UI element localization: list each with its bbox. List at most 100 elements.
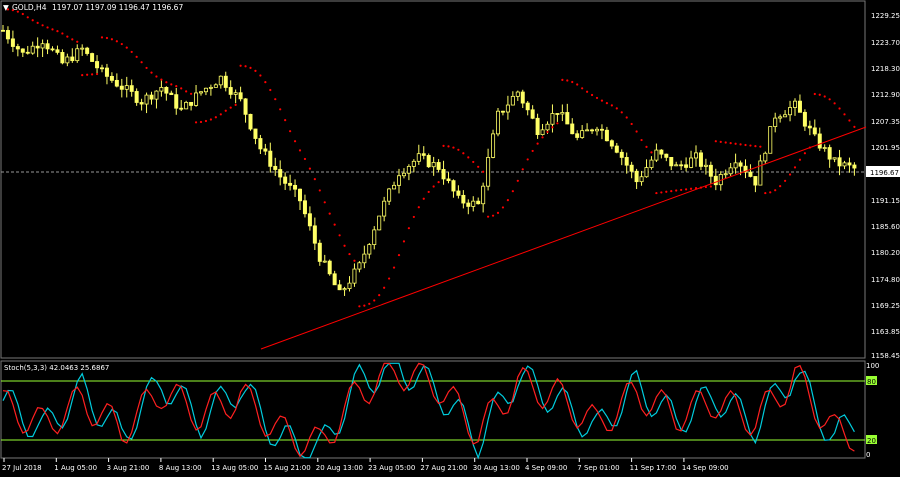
candle-body [0, 29, 6, 32]
candle-body [451, 180, 456, 192]
sar-dot [234, 103, 237, 106]
sar-dot [506, 199, 509, 202]
sar-dot [219, 113, 222, 116]
sar-dot [670, 190, 673, 193]
sar-dot [155, 75, 158, 78]
sar-dot [491, 214, 495, 217]
sar-dot [739, 143, 742, 146]
candle-body [822, 147, 827, 149]
sar-dot [175, 84, 178, 88]
sar-dot [586, 90, 589, 93]
sar-dot [635, 130, 638, 133]
sar-dot [26, 16, 29, 19]
candle-body [456, 190, 461, 196]
chart-window[interactable]: ▼ GOLD,H4 1197.07 1197.09 1196.47 1196.6… [0, 0, 900, 477]
candle-body [139, 102, 144, 105]
candle-body [104, 67, 109, 77]
sar-dot [86, 73, 89, 76]
sar-dot [803, 152, 807, 155]
sar-dot [36, 21, 39, 25]
sar-dot [427, 190, 430, 194]
sar-dot [813, 92, 816, 96]
candle-body [441, 169, 446, 180]
sar-dot [828, 98, 831, 101]
price-tick: 1180.20 [871, 249, 900, 257]
candle-body [293, 184, 298, 190]
candle-body [45, 43, 50, 50]
sar-dot [576, 83, 579, 86]
price-tick: 1185.60 [871, 223, 900, 231]
candle-body [664, 153, 669, 158]
sar-dot [848, 119, 851, 122]
sar-dot [675, 189, 678, 192]
sar-dot [41, 24, 44, 27]
candle-body [595, 128, 600, 132]
triangle-down-icon[interactable]: ▼ [3, 3, 9, 12]
candle-body [728, 167, 733, 175]
candle-body [659, 149, 664, 155]
sar-dot [462, 152, 465, 155]
candle-body [624, 157, 629, 166]
sar-dot [145, 66, 148, 70]
candle-body [283, 176, 288, 184]
sar-dot [303, 157, 307, 161]
candle-body [322, 260, 327, 263]
candle-body [525, 102, 530, 111]
sar-dot [204, 119, 208, 123]
candle-body [184, 101, 189, 110]
sar-dot [595, 96, 599, 100]
sar-dot [709, 185, 712, 188]
candle-body [228, 87, 233, 95]
sar-dot [11, 9, 14, 12]
candle-body [763, 152, 768, 162]
sar-dot [818, 93, 821, 96]
candle-body [634, 170, 639, 183]
sar-dot [487, 215, 490, 218]
sar-dot [610, 104, 613, 107]
candle-body [382, 200, 387, 217]
sar-dot [680, 188, 683, 192]
sar-dot [640, 138, 643, 142]
sar-dot [190, 92, 193, 95]
candle-body [169, 92, 174, 96]
candle-body [689, 157, 694, 168]
sar-dot [66, 35, 69, 38]
sar-dot [308, 167, 311, 170]
candle-body [100, 67, 105, 70]
candle-body [614, 145, 619, 153]
sar-dot [274, 98, 277, 101]
candle-body [401, 172, 406, 177]
candle-body [842, 162, 847, 167]
sar-dot [714, 140, 717, 143]
candle-body [347, 282, 352, 289]
candle-body [802, 111, 807, 127]
sar-dot [214, 116, 217, 119]
sar-dot [170, 83, 173, 86]
sar-dot [298, 149, 302, 152]
candle-body [481, 185, 486, 205]
sar-dot [388, 277, 391, 280]
price-tick: 1218.30 [871, 65, 900, 73]
candle-body [495, 110, 500, 135]
candle-body [377, 215, 382, 231]
candle-body [788, 107, 793, 116]
sar-dot [823, 95, 826, 98]
sar-dot [511, 190, 514, 193]
candle-body [159, 86, 164, 92]
time-label: 27 Aug 21:00 [420, 464, 467, 472]
candle-body [535, 117, 540, 135]
sar-dot [61, 32, 64, 35]
sar-dot [392, 266, 396, 269]
sar-dot [600, 99, 604, 102]
price-tick: 1212.90 [871, 91, 900, 99]
candle-body [545, 123, 550, 131]
candle-body [253, 128, 258, 139]
price-tick: 1163.85 [871, 328, 900, 336]
sar-dot [551, 126, 554, 129]
sar-dot [457, 148, 460, 151]
candle-body [703, 164, 708, 167]
candle-body [807, 125, 812, 129]
candle-body [817, 133, 822, 149]
candle-body [60, 52, 65, 64]
candle-body [268, 150, 273, 167]
